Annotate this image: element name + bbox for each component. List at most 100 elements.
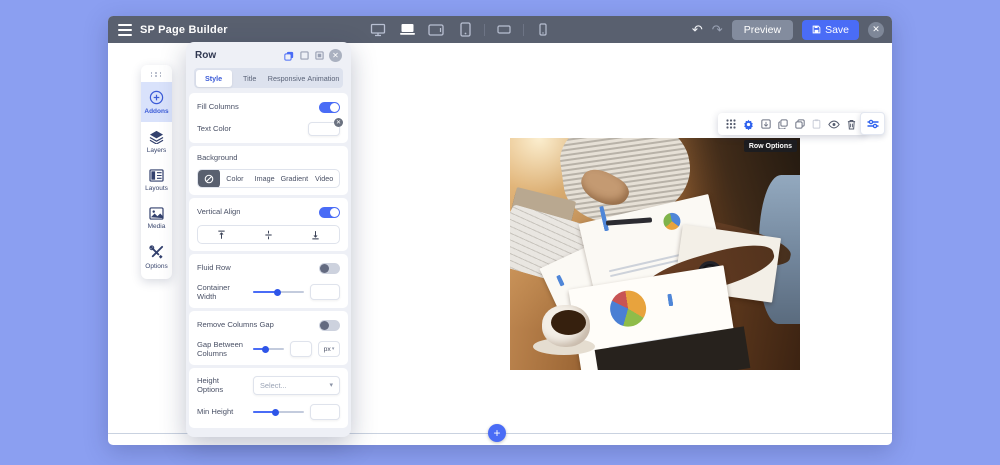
sidebar-item-label: Addons — [144, 108, 168, 115]
sidebar-item-media[interactable]: Media — [141, 199, 172, 237]
sidebar-item-options[interactable]: Options — [141, 237, 172, 277]
row-options-toolbar — [718, 113, 865, 135]
device-preview-switcher — [368, 16, 553, 43]
gap-between-columns-input[interactable] — [290, 341, 312, 357]
hamburger-menu-icon[interactable] — [110, 16, 140, 43]
panel-tabs: Style Title Responsive Animation — [194, 68, 343, 88]
background-none-icon[interactable] — [198, 169, 220, 188]
fill-columns-label: Fill Columns — [197, 102, 239, 111]
trash-icon[interactable] — [847, 119, 856, 130]
align-middle-icon[interactable] — [245, 230, 292, 240]
mobile-landscape-icon[interactable] — [494, 20, 514, 40]
card-columns-gap: Remove Columns Gap Gap Between Columns p… — [189, 311, 348, 365]
gap-between-columns-slider[interactable] — [253, 343, 284, 355]
gap-unit-select[interactable]: px ▾ — [318, 341, 340, 357]
height-options-label: Height Options — [197, 376, 247, 395]
vertical-align-toggle[interactable] — [319, 207, 340, 218]
duplicate-icon[interactable] — [795, 119, 805, 129]
drag-icon[interactable] — [726, 119, 736, 129]
redo-icon[interactable]: ↷ — [712, 23, 723, 36]
layers-icon — [149, 130, 164, 144]
card-background: Background Color Image Gradient Video — [189, 146, 348, 195]
sidebar-item-label: Options — [145, 263, 167, 270]
remove-columns-gap-toggle[interactable] — [319, 320, 340, 331]
container-width-slider[interactable] — [253, 286, 304, 298]
undo-icon[interactable]: ↶ — [692, 23, 703, 36]
tablet-portrait-icon[interactable] — [455, 20, 475, 40]
gap-between-columns-label: Gap Between Columns — [197, 340, 247, 359]
duplicate-icon[interactable] — [284, 51, 294, 61]
gap-unit-label: px — [324, 346, 331, 353]
copy-icon[interactable] — [778, 119, 788, 129]
text-color-label: Text Color — [197, 124, 231, 133]
save-addon-icon[interactable] — [761, 119, 771, 129]
tab-responsive[interactable]: Responsive — [268, 70, 306, 87]
interface-sliders-icon[interactable] — [860, 112, 885, 135]
sidebar-item-label: Layouts — [145, 185, 168, 192]
background-option-video[interactable]: Video — [309, 174, 339, 183]
sidebar-item-layers[interactable]: Layers — [141, 122, 172, 161]
row-options-tooltip: Row Options — [744, 140, 797, 152]
min-height-input[interactable] — [310, 404, 340, 420]
eye-icon[interactable] — [828, 120, 840, 129]
background-label: Background — [197, 153, 238, 162]
remove-columns-gap-label: Remove Columns Gap — [197, 320, 274, 329]
sidebar-item-label: Media — [148, 223, 166, 230]
row-image-content[interactable]: Row Options — [510, 138, 800, 370]
min-height-label: Min Height — [197, 407, 247, 416]
text-color-input[interactable]: ✕ — [308, 122, 340, 136]
card-fluid-row: Fluid Row Container Width — [189, 254, 348, 308]
row-settings-panel: Row ✕ Style Title Responsive Animation F… — [186, 42, 351, 437]
save-label: Save — [825, 24, 849, 36]
addons-sidebar: Addons Layers Layouts Media Options — [141, 65, 172, 279]
chevron-down-icon: ▾ — [332, 346, 335, 352]
add-row-button[interactable]: + — [488, 424, 506, 442]
min-height-slider[interactable] — [253, 406, 304, 418]
height-options-select[interactable]: Select... ▾ — [253, 376, 340, 395]
collapse-icon[interactable] — [299, 51, 309, 61]
card-general: Fill Columns Text Color ✕ — [189, 93, 348, 143]
sidebar-item-addons[interactable]: Addons — [141, 82, 172, 122]
top-bar: SP Page Builder ↶ ↷ — [108, 16, 892, 43]
tablet-landscape-icon[interactable] — [426, 20, 446, 40]
expand-icon[interactable] — [314, 51, 324, 61]
save-button[interactable]: Save — [802, 20, 859, 40]
app-title: SP Page Builder — [140, 24, 228, 36]
floppy-icon — [812, 25, 821, 34]
fluid-row-toggle[interactable] — [319, 263, 340, 274]
card-vertical-align: Vertical Align — [189, 198, 348, 251]
paste-icon[interactable] — [812, 119, 821, 129]
close-icon[interactable]: ✕ — [329, 49, 342, 62]
background-option-color[interactable]: Color — [220, 174, 250, 183]
background-option-image[interactable]: Image — [250, 174, 280, 183]
close-icon[interactable]: ✕ — [868, 22, 884, 38]
divider — [523, 24, 524, 36]
mobile-portrait-icon[interactable] — [533, 20, 553, 40]
gear-icon[interactable] — [743, 119, 754, 130]
sidebar-item-layouts[interactable]: Layouts — [141, 161, 172, 199]
tools-icon — [149, 245, 164, 260]
drag-handle-icon[interactable] — [141, 69, 172, 82]
image-icon — [149, 207, 164, 220]
panel-title: Row — [195, 50, 216, 61]
tab-style[interactable]: Style — [196, 70, 232, 87]
clear-color-icon[interactable]: ✕ — [334, 118, 343, 127]
fluid-row-label: Fluid Row — [197, 263, 231, 272]
laptop-icon[interactable] — [397, 20, 417, 40]
background-option-gradient[interactable]: Gradient — [280, 174, 310, 183]
tab-animation[interactable]: Animation — [305, 70, 341, 87]
align-bottom-icon[interactable] — [292, 230, 339, 240]
desktop-icon[interactable] — [368, 20, 388, 40]
chevron-down-icon: ▾ — [329, 381, 333, 389]
card-height: Height Options Select... ▾ Min Height — [189, 368, 348, 428]
divider — [484, 24, 485, 36]
preview-button[interactable]: Preview — [732, 20, 793, 40]
height-options-placeholder: Select... — [260, 381, 287, 390]
background-type-selector: Color Image Gradient Video — [197, 169, 340, 188]
fill-columns-toggle[interactable] — [319, 102, 340, 113]
container-width-label: Container Width — [197, 283, 247, 302]
plus-circle-icon — [149, 90, 164, 105]
tab-title[interactable]: Title — [232, 70, 268, 87]
align-top-icon[interactable] — [198, 230, 245, 240]
container-width-input[interactable] — [310, 284, 340, 300]
